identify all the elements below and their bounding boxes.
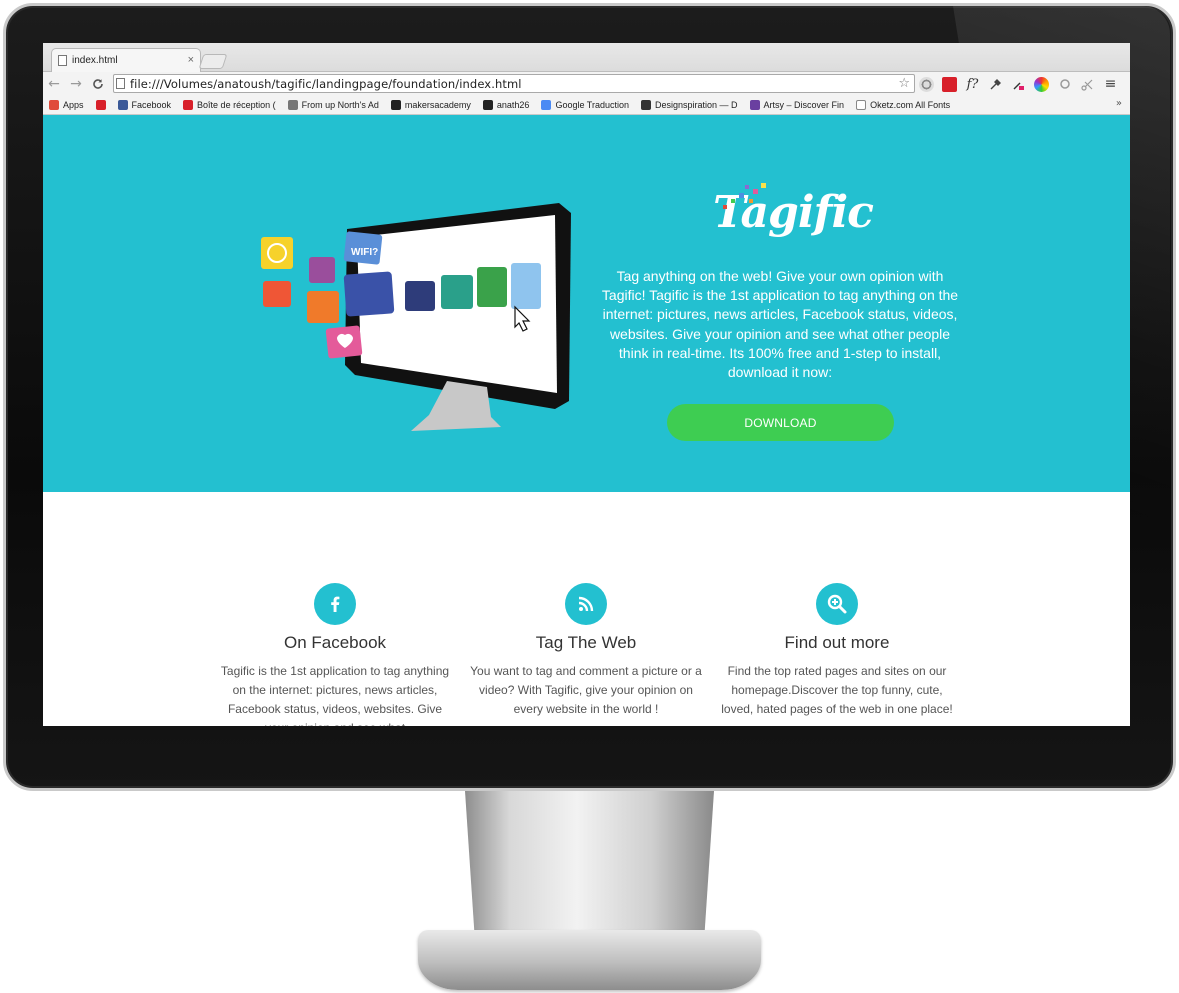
monitor-screen: index.html × ← → file:///Volumes/anatous…	[43, 43, 1130, 726]
gmail-icon	[183, 99, 194, 110]
bookmark-item[interactable]: Designspiration — D	[640, 99, 738, 110]
bookmark-item[interactable]: From up North's Ad	[287, 99, 379, 110]
artsy-icon	[749, 99, 760, 110]
robot-app-icon	[511, 263, 541, 309]
browser-tab[interactable]: index.html ×	[51, 48, 201, 72]
bookmark-item[interactable]	[95, 99, 106, 110]
youtube-icon	[95, 99, 106, 110]
thumb-app-icon	[307, 291, 339, 323]
monitor-illustration: WIFI?	[261, 203, 571, 431]
wifi-badge-label: WIFI?	[351, 247, 378, 258]
bookmark-item[interactable]: Google Traduction	[541, 99, 629, 110]
bookmark-label: From up North's Ad	[301, 99, 379, 110]
translate-icon	[541, 99, 552, 110]
download-button[interactable]: DOWNLOAD	[667, 404, 894, 441]
hero-description: Tag anything on the web! Give your own o…	[601, 268, 959, 381]
logo-pixel-dots	[723, 183, 766, 209]
bird-app-icon	[263, 281, 291, 307]
smiley-app-icon	[261, 237, 293, 269]
makers-icon	[390, 99, 401, 110]
apps-icon	[49, 99, 59, 110]
owl-app-icon	[405, 281, 435, 311]
thumbs-down-app-icon	[343, 271, 395, 317]
bookmark-label: Google Traduction	[555, 99, 629, 110]
font-extension-icon[interactable]: f?	[965, 77, 980, 92]
extension-circle-icon[interactable]	[919, 76, 934, 92]
bookmark-item[interactable]: Apps	[49, 99, 84, 110]
monitor-stand-base	[418, 930, 761, 990]
color-wheel-icon[interactable]	[1034, 76, 1049, 92]
feature-title: Tag The Web	[535, 633, 637, 652]
back-button[interactable]: ←	[43, 74, 65, 94]
bookmark-label: Boîte de réception (	[197, 99, 276, 110]
bookmark-item[interactable]: Boîte de réception (	[183, 99, 276, 110]
address-bar[interactable]: file:///Volumes/anatoush/tagific/landing…	[113, 74, 915, 93]
bookmark-label: Designspiration — D	[654, 99, 738, 110]
zoom-in-icon[interactable]	[816, 583, 858, 625]
facebook-icon	[117, 99, 128, 110]
chat-app-icon	[441, 275, 473, 309]
bookmark-star-icon[interactable]: ☆	[898, 76, 910, 91]
browser-menu-icon[interactable]: ≡	[1103, 76, 1118, 92]
feature-text: You want to tag and comment a picture or…	[470, 664, 702, 716]
feature-find-out-more: Find out more Find the top rated pages a…	[717, 583, 957, 719]
tab-title: index.html	[72, 55, 118, 66]
rss-icon[interactable]	[565, 583, 607, 625]
bookmark-item[interactable]: anath26	[482, 99, 530, 110]
color-picker-icon[interactable]	[1011, 77, 1026, 92]
feature-tag-the-web: Tag The Web You want to tag and comment …	[466, 583, 706, 719]
reload-button[interactable]	[87, 74, 109, 94]
bookmark-item[interactable]: Facebook	[117, 99, 172, 110]
extension-gray-icon[interactable]	[1057, 77, 1072, 92]
toilet-app-icon	[477, 267, 507, 307]
extension-toolbar: f? ≡	[919, 75, 1118, 93]
feature-title: On Facebook	[283, 633, 387, 652]
bookmark-label: Apps	[63, 99, 84, 110]
bookmark-label: Facebook	[131, 99, 172, 110]
bookmarks-overflow-button[interactable]: »	[1116, 98, 1122, 109]
feature-text: Tagific is the 1st application to tag an…	[220, 664, 450, 726]
bookmark-label: anath26	[496, 99, 530, 110]
hero-section: WIFI? Tagific Tag anything on the web! G…	[43, 115, 1130, 492]
bookmark-label: Artsy – Discover Fin	[763, 99, 845, 110]
facebook-icon[interactable]	[314, 583, 356, 625]
reload-icon	[93, 78, 103, 89]
feature-on-facebook: On Facebook Tagific is the 1st applicati…	[215, 583, 455, 726]
bookmark-item[interactable]: makersacademy	[390, 99, 471, 110]
page-icon	[116, 78, 125, 89]
fromupnorth-icon	[287, 99, 298, 110]
extension-red-icon[interactable]	[942, 76, 957, 92]
bookmark-item[interactable]: Oketz.com All Fonts	[856, 99, 951, 110]
monitor-stand-neck	[465, 791, 714, 941]
github-icon	[482, 99, 493, 110]
scissors-icon[interactable]	[1080, 77, 1095, 92]
bookmark-label: makersacademy	[404, 99, 471, 110]
browser-toolbar: ← → file:///Volumes/anatoush/tagific/lan…	[43, 72, 1130, 95]
rabbit-app-icon	[309, 257, 335, 283]
url-text[interactable]: file:///Volumes/anatoush/tagific/landing…	[130, 77, 893, 91]
bookmarks-bar: Apps Facebook Boîte de réception ( From up …	[43, 95, 1130, 115]
eyedropper-icon[interactable]	[988, 77, 1003, 92]
tagific-logo: Tagific	[643, 175, 943, 245]
page-icon	[856, 99, 867, 110]
document-icon	[58, 55, 67, 66]
bookmark-label: Oketz.com All Fonts	[870, 99, 951, 110]
bookmark-item[interactable]: Artsy – Discover Fin	[749, 99, 845, 110]
forward-button[interactable]: →	[65, 74, 87, 94]
new-tab-button[interactable]	[198, 54, 228, 69]
browser-tab-strip: index.html ×	[43, 43, 1130, 72]
feature-text: Find the top rated pages and sites on ou…	[721, 664, 953, 716]
designspiration-icon	[640, 99, 651, 110]
feature-title: Find out more	[784, 633, 890, 652]
close-tab-icon[interactable]: ×	[188, 55, 194, 66]
